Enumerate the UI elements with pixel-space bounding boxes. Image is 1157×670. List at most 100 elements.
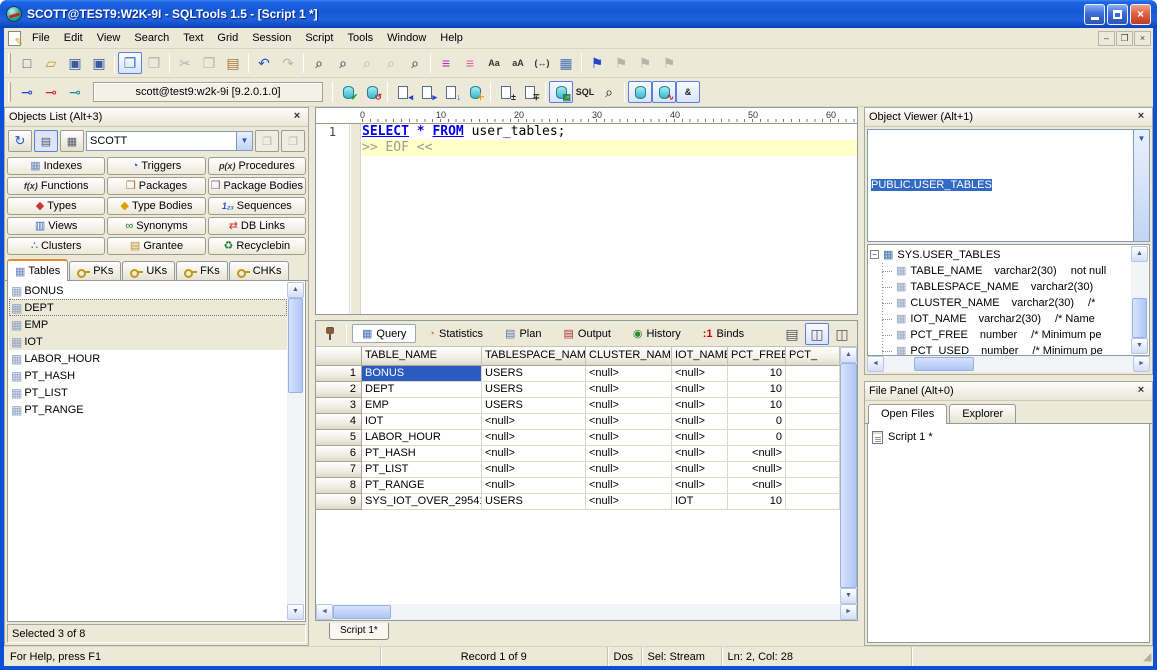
copy-names-button[interactable]: ❐ — [255, 130, 279, 152]
expander-minus-icon[interactable]: − — [870, 250, 879, 259]
tab-explorer[interactable]: Explorer — [949, 404, 1016, 423]
save-file-button[interactable]: ▣ — [63, 52, 87, 74]
grid-cell[interactable]: 0 — [728, 430, 786, 446]
menu-search[interactable]: Search — [127, 30, 176, 46]
menu-file[interactable]: File — [25, 30, 57, 46]
grid-cell[interactable]: PT_LIST — [362, 462, 482, 478]
object-tree[interactable]: −▦SYS.USER_TABLES▦TABLE_NAMEvarchar2(30)… — [867, 244, 1150, 357]
grid-cell[interactable]: PT_HASH — [362, 446, 482, 462]
grid-cell[interactable]: <null> — [672, 462, 728, 478]
object-type-button-grantee[interactable]: ▤Grantee — [107, 237, 205, 255]
object-type-button-procedures[interactable]: p(x)Procedures — [208, 157, 306, 175]
open-file-button[interactable]: ▱ — [39, 52, 63, 74]
menu-session[interactable]: Session — [245, 30, 298, 46]
table-list-item[interactable]: ▦BONUS — [9, 282, 287, 299]
sql-console-button[interactable]: SQL — [573, 81, 597, 103]
row-number[interactable]: 1 — [316, 366, 362, 382]
copy-button[interactable]: ❐ — [197, 52, 221, 74]
grid-cell[interactable]: PT_RANGE — [362, 478, 482, 494]
grid-cell[interactable]: <null> — [482, 414, 586, 430]
find-previous-button[interactable]: ⌕ — [379, 52, 403, 74]
lowercase-button[interactable]: Aa — [482, 52, 506, 74]
scroll-up-icon[interactable]: ▲ — [1131, 246, 1148, 262]
row-number[interactable]: 6 — [316, 446, 362, 462]
grid-cell[interactable]: <null> — [586, 382, 672, 398]
scroll-right-icon[interactable]: ► — [1133, 356, 1150, 372]
grid-cell[interactable]: LABOR_HOUR — [362, 430, 482, 446]
substitution-toggle-button[interactable]: & — [676, 81, 700, 103]
split-cell-remove-button[interactable]: ◫ — [830, 323, 854, 345]
split-cell-add-button[interactable]: ◫ — [805, 323, 829, 345]
grid-cell[interactable]: 0 — [728, 414, 786, 430]
scrollbar-thumb[interactable] — [1132, 298, 1147, 339]
grid-cell[interactable]: <null> — [586, 478, 672, 494]
grid-cell[interactable]: <null> — [586, 494, 672, 510]
grid-cell[interactable]: USERS — [482, 382, 586, 398]
find-next-button[interactable]: ⌕ — [355, 52, 379, 74]
grid-cell[interactable] — [786, 398, 840, 414]
scrollbar-thumb[interactable] — [333, 605, 391, 619]
scroll-up-icon[interactable]: ▲ — [287, 282, 304, 298]
table-list-item[interactable]: ▦PT_RANGE — [9, 401, 287, 418]
menu-window[interactable]: Window — [380, 30, 433, 46]
column-header-cluster_name[interactable]: CLUSTER_NAME — [586, 347, 672, 366]
objects-list-close-icon[interactable]: × — [290, 110, 304, 124]
tree-column-node[interactable]: ▦TABLESPACE_NAMEvarchar2(30) — [870, 279, 1131, 295]
paste-button[interactable]: ▤ — [221, 52, 245, 74]
grid-cell[interactable]: <null> — [672, 382, 728, 398]
cut-button[interactable]: ✂ — [173, 52, 197, 74]
connect-button[interactable]: ⊸ — [15, 81, 39, 103]
indent-button[interactable]: ≡ — [434, 52, 458, 74]
grid-cell[interactable]: EMP — [362, 398, 482, 414]
object-type-button-types[interactable]: ◆Types — [7, 197, 105, 215]
find-selected-button[interactable]: ⌕ — [403, 52, 427, 74]
row-number[interactable]: 8 — [316, 478, 362, 494]
grid-cell[interactable]: IOT — [672, 494, 728, 510]
load-ddl-button[interactable]: ▤ — [549, 81, 573, 103]
object-type-button-functions[interactable]: f(x)Functions — [7, 177, 105, 195]
execute-in-new-slot-button[interactable]: ＋ — [463, 81, 487, 103]
grid-cell[interactable]: <null> — [482, 462, 586, 478]
results-tab-query[interactable]: ▦Query — [352, 324, 416, 343]
session-statistics-button[interactable]: ∿ — [652, 81, 676, 103]
object-type-button-clusters[interactable]: ∴Clusters — [7, 237, 105, 255]
grid-cell[interactable]: 10 — [728, 398, 786, 414]
row-number[interactable]: 7 — [316, 462, 362, 478]
grid-cell[interactable]: <null> — [672, 478, 728, 494]
menu-script[interactable]: Script — [298, 30, 340, 46]
grid-cell[interactable]: DEPT — [362, 382, 482, 398]
object-type-button-package-bodies[interactable]: ❒Package Bodies — [208, 177, 306, 195]
redo-button[interactable]: ↷ — [276, 52, 300, 74]
toolbar-grip[interactable] — [8, 53, 11, 73]
disconnect-button[interactable]: ⊸ — [39, 81, 63, 103]
column-header-tablespace_name[interactable]: TABLESPACE_NAME — [482, 347, 586, 366]
row-number[interactable]: 2 — [316, 382, 362, 398]
object-search-combo[interactable]: PUBLIC.USER_TABLES ▼ — [867, 129, 1150, 242]
grid-cell[interactable]: <null> — [586, 366, 672, 382]
grid-cell[interactable] — [786, 430, 840, 446]
tree-column-node[interactable]: ▦PCT_USEDnumber/* Minimum pe — [870, 343, 1131, 357]
row-number[interactable]: 3 — [316, 398, 362, 414]
grid-cell[interactable]: 10 — [728, 382, 786, 398]
grid-cell[interactable]: <null> — [586, 398, 672, 414]
scroll-right-icon[interactable]: ► — [840, 604, 857, 620]
grid-cell[interactable]: USERS — [482, 494, 586, 510]
object-type-button-synonyms[interactable]: ∞Synonyms — [107, 217, 205, 235]
grid-cell[interactable] — [786, 494, 840, 510]
grid-cell[interactable]: <null> — [672, 414, 728, 430]
grid-cell[interactable] — [786, 382, 840, 398]
row-number[interactable]: 4 — [316, 414, 362, 430]
view-list-button[interactable]: ▤ — [34, 130, 58, 152]
tab-chks[interactable]: CHKs — [229, 261, 290, 280]
table-list-item[interactable]: ▦EMP — [9, 316, 287, 333]
pin-alt-1-button[interactable]: ⚑ — [609, 52, 633, 74]
grid-cell[interactable]: <null> — [482, 446, 586, 462]
scrollbar-thumb[interactable] — [840, 363, 857, 588]
grid-cell[interactable]: USERS — [482, 366, 586, 382]
fit-width-button[interactable]: (↔) — [530, 52, 554, 74]
grid-cell[interactable]: <null> — [672, 366, 728, 382]
undo-button[interactable]: ↶ — [252, 52, 276, 74]
grid-cell[interactable]: <null> — [672, 398, 728, 414]
mdi-close-button[interactable]: × — [1134, 31, 1151, 46]
grid-cell[interactable]: <null> — [482, 430, 586, 446]
